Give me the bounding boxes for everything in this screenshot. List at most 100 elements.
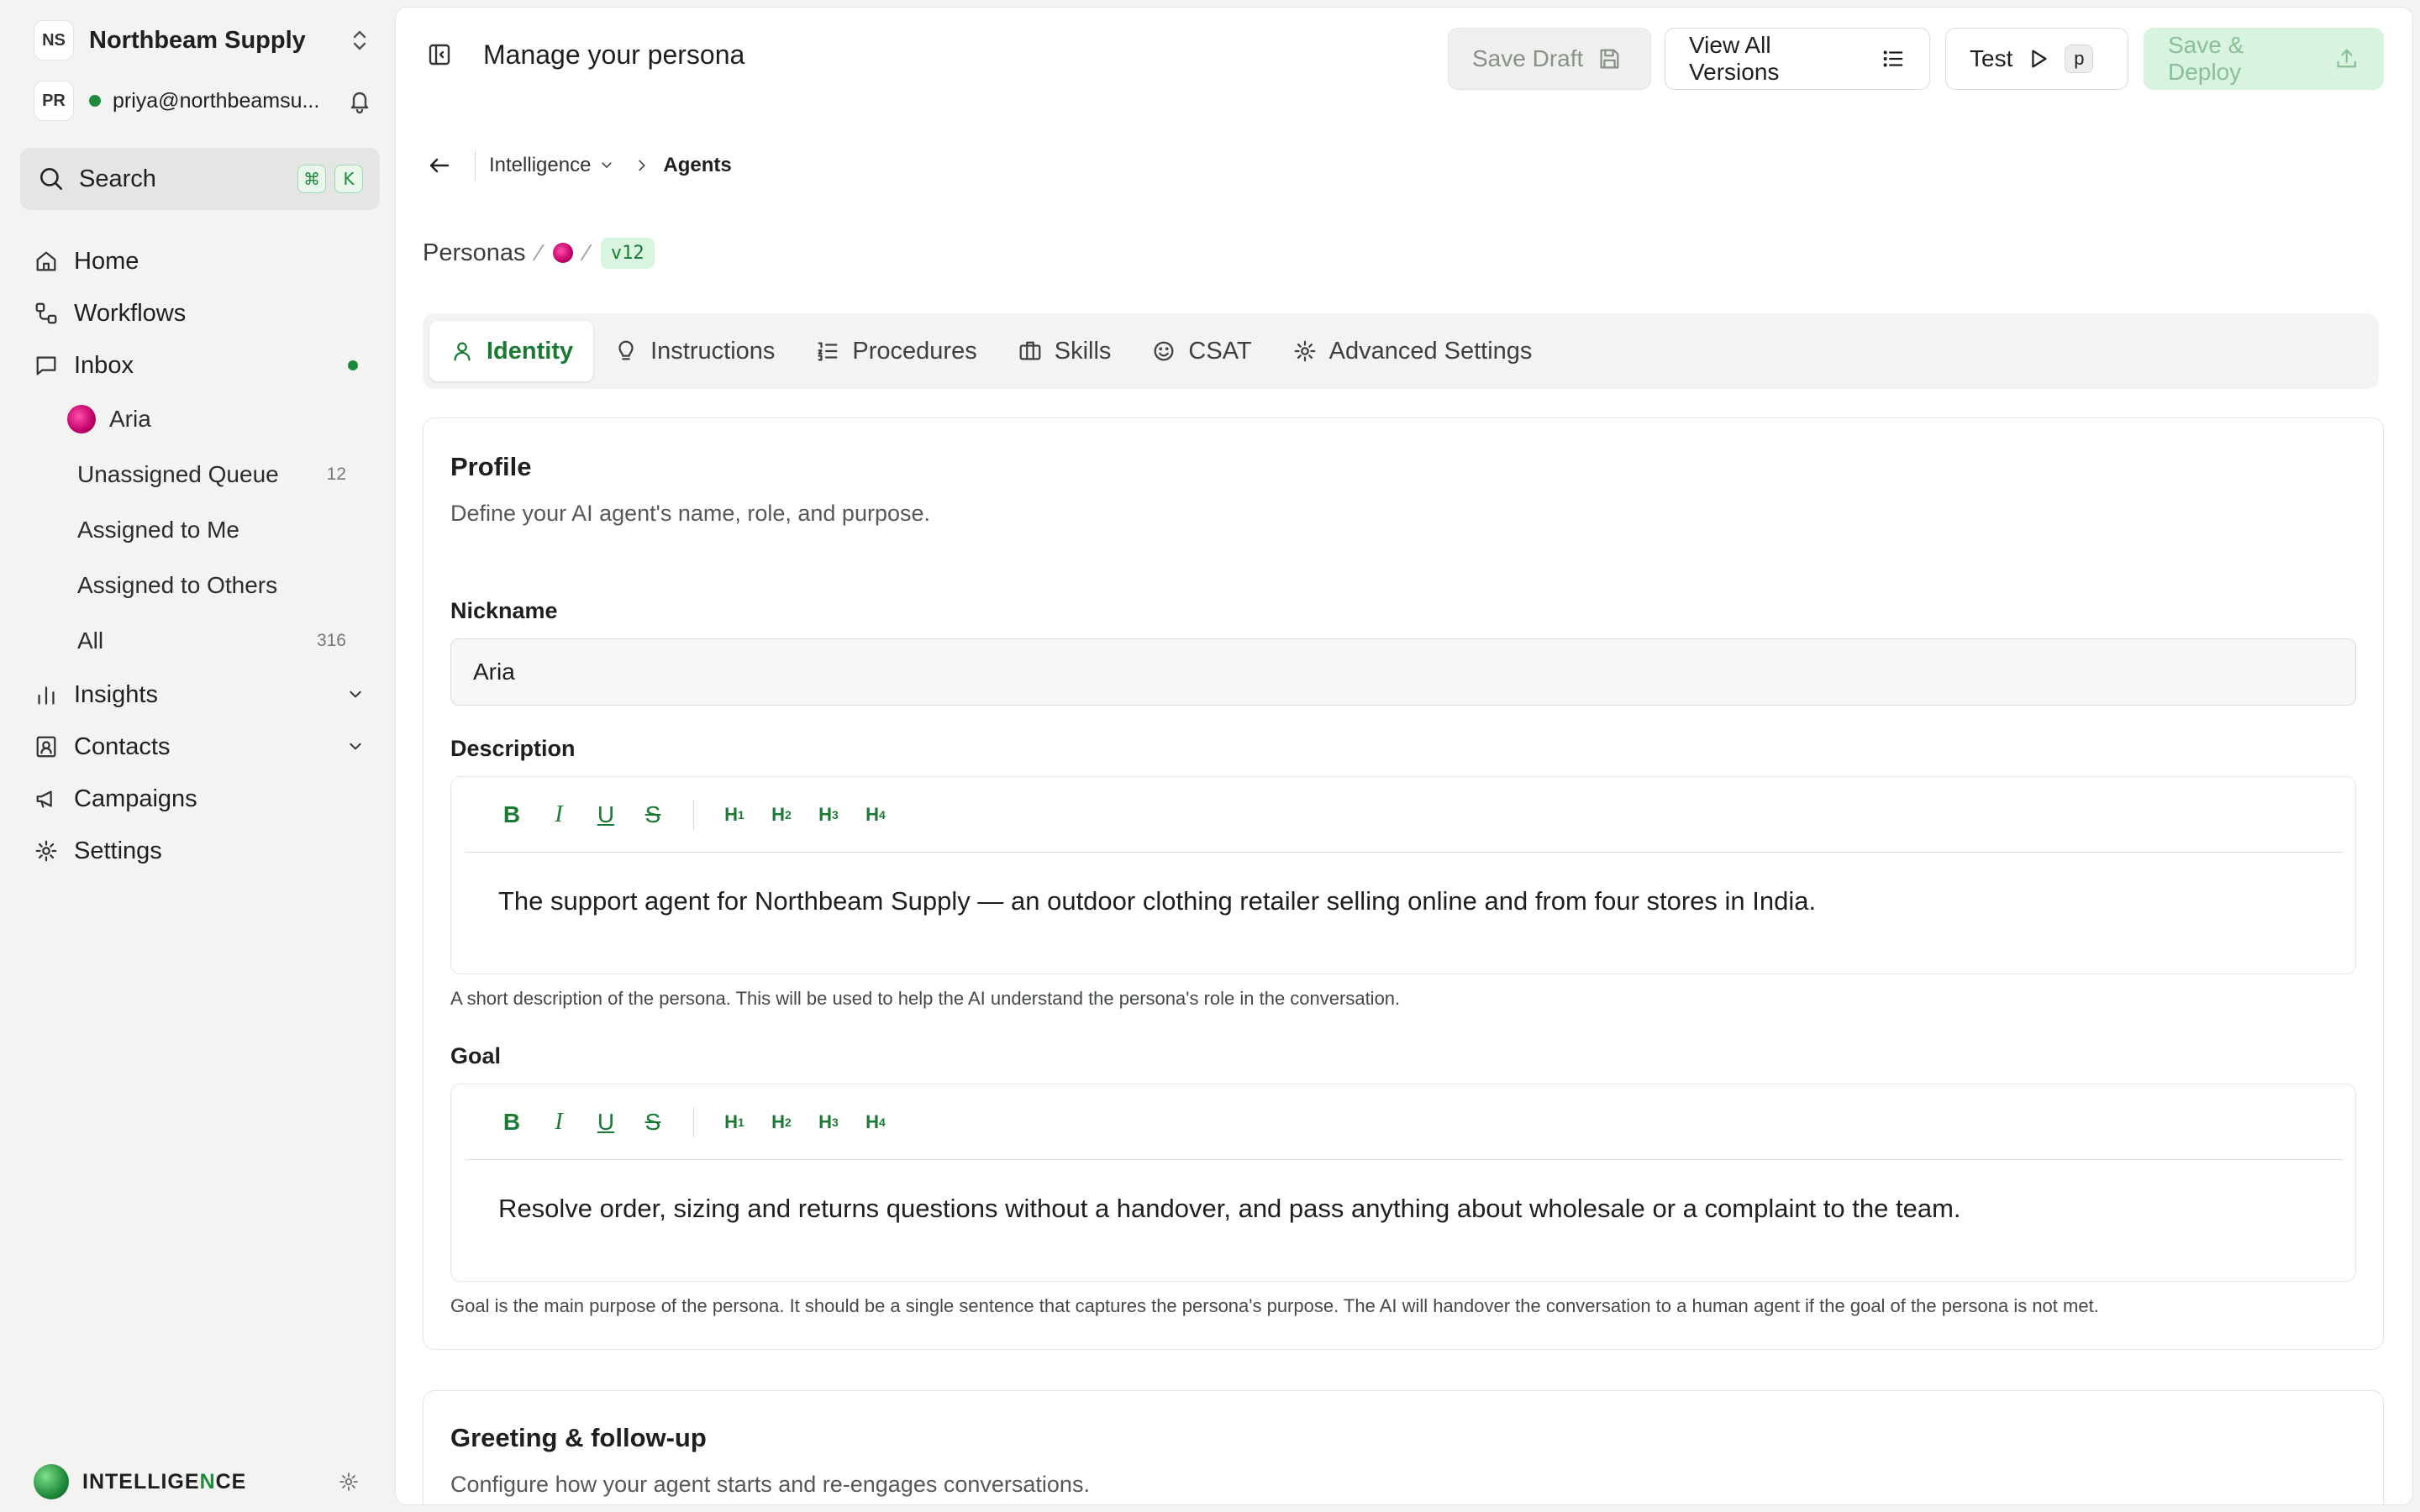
- user-row[interactable]: PR priya@northbeamsu...: [34, 81, 373, 121]
- save-draft-label: Save Draft: [1472, 45, 1584, 71]
- tab-label: Instructions: [650, 337, 776, 365]
- brand-name: INTELLIGENCE: [82, 1470, 338, 1494]
- sidebar-item-label: Home: [74, 247, 139, 275]
- goal-hint: Goal is the main purpose of the persona.…: [450, 1295, 2099, 1316]
- tab-csat[interactable]: CSAT: [1131, 321, 1271, 381]
- underline-icon[interactable]: U: [589, 1105, 623, 1139]
- sidebar-nav: Home Workflows Inbox Aria Unassigned Que…: [20, 235, 380, 877]
- sidebar-item-label: Contacts: [74, 732, 171, 760]
- chevrons-up-down-icon[interactable]: [346, 27, 373, 54]
- view-versions-label: View All Versions: [1689, 32, 1780, 85]
- sidebar-item-workflows[interactable]: Workflows: [20, 287, 380, 339]
- goal-toolbar: B I U S H1 H2 H3 H4: [465, 1084, 2344, 1160]
- path-slash: ⁄: [537, 239, 542, 265]
- inbox-item-label: All: [77, 627, 104, 654]
- breadcrumb-intelligence[interactable]: Intelligence: [489, 154, 591, 177]
- heading1-icon[interactable]: H1: [718, 1105, 751, 1139]
- italic-icon[interactable]: I: [542, 1105, 576, 1139]
- search-button[interactable]: Search ⌘ K: [20, 148, 380, 210]
- save-deploy-button[interactable]: Save & Deploy: [2144, 28, 2384, 90]
- heading4-icon[interactable]: H4: [859, 1105, 892, 1139]
- heading3-icon[interactable]: H3: [812, 1105, 845, 1139]
- tab-instructions[interactable]: Instructions: [593, 321, 795, 381]
- heading4-icon[interactable]: H4: [859, 798, 892, 832]
- strikethrough-icon[interactable]: S: [636, 798, 670, 832]
- tab-label: Skills: [1054, 337, 1112, 365]
- heading2-icon[interactable]: H2: [765, 798, 798, 832]
- tab-identity[interactable]: Identity: [429, 321, 594, 381]
- arrow-left-icon[interactable]: [426, 152, 453, 179]
- inbox-item-all[interactable]: All 316: [20, 613, 380, 669]
- gear-icon: [35, 840, 57, 862]
- sidebar-item-contacts[interactable]: Contacts: [20, 721, 380, 773]
- description-label: Description: [450, 736, 576, 761]
- persona-avatar[interactable]: [553, 243, 574, 263]
- inbox-item-label: Aria: [109, 406, 151, 432]
- inbox-item-assigned-others[interactable]: Assigned to Others: [20, 558, 380, 613]
- gear-icon[interactable]: [338, 1471, 360, 1493]
- breadcrumb-agents[interactable]: Agents: [663, 154, 731, 177]
- description-editor[interactable]: B I U S H1 H2 H3 H4 The support agent fo…: [450, 776, 2356, 974]
- view-all-versions-button[interactable]: View All Versions: [1665, 28, 1930, 90]
- bold-icon[interactable]: B: [495, 798, 529, 832]
- inbox-item-count: 316: [316, 631, 346, 650]
- tab-label: CSAT: [1188, 337, 1252, 365]
- inbox-item-assigned-me[interactable]: Assigned to Me: [20, 502, 380, 558]
- heading-letter: H: [771, 803, 786, 825]
- heading2-icon[interactable]: H2: [765, 1105, 798, 1139]
- nickname-field[interactable]: Aria: [450, 638, 2356, 706]
- inbox-item-unassigned[interactable]: Unassigned Queue 12: [20, 447, 380, 502]
- save-draft-button[interactable]: Save Draft: [1448, 28, 1651, 90]
- chevron-down-icon[interactable]: [345, 684, 366, 706]
- sidebar-item-settings[interactable]: Settings: [20, 825, 380, 877]
- heading-letter: H: [771, 1110, 786, 1132]
- org-switcher[interactable]: NS Northbeam Supply: [34, 20, 373, 60]
- goal-editor[interactable]: B I U S H1 H2 H3 H4 Resolve order, sizin…: [450, 1084, 2356, 1282]
- path-slash: ⁄: [585, 239, 589, 265]
- sidebar-item-home[interactable]: Home: [20, 235, 380, 287]
- user-badge: PR: [34, 81, 74, 121]
- profile-subtitle: Define your AI agent's name, role, and p…: [450, 501, 931, 526]
- test-label: Test: [1970, 45, 2013, 71]
- tab-procedures[interactable]: Procedures: [795, 321, 997, 381]
- smile-icon: [1154, 341, 1174, 361]
- nickname-value: Aria: [473, 659, 515, 685]
- heading-letter: H: [818, 803, 833, 825]
- sidebar-item-inbox[interactable]: Inbox: [20, 339, 380, 391]
- intelligence-logo: [34, 1464, 69, 1499]
- inbox-item-count: 12: [326, 465, 346, 484]
- megaphone-icon: [36, 790, 52, 808]
- bell-icon[interactable]: [346, 87, 373, 114]
- inbox-item-aria[interactable]: Aria: [20, 391, 380, 447]
- description-text[interactable]: The support agent for Northbeam Supply —…: [498, 886, 1816, 916]
- persona-avatar: [67, 405, 96, 433]
- sidebar-toggle-icon[interactable]: [426, 41, 453, 68]
- bold-icon[interactable]: B: [495, 1105, 529, 1139]
- tab-advanced-settings[interactable]: Advanced Settings: [1272, 321, 1553, 381]
- heading1-icon[interactable]: H1: [718, 798, 751, 832]
- main-panel: Manage your persona Save Draft View All …: [395, 7, 2413, 1505]
- chevron-down-icon[interactable]: [345, 736, 366, 758]
- save-icon: [1600, 49, 1619, 69]
- inbox-item-label: Unassigned Queue: [77, 461, 279, 487]
- italic-icon[interactable]: I: [542, 798, 576, 832]
- description-hint: A short description of the persona. This…: [450, 988, 1401, 1009]
- goal-text[interactable]: Resolve order, sizing and returns questi…: [498, 1194, 1961, 1224]
- sidebar-item-label: Campaigns: [74, 785, 197, 812]
- save-deploy-label: Save & Deploy: [2168, 32, 2244, 85]
- profile-card: Profile Define your AI agent's name, rol…: [423, 417, 2384, 1350]
- personas-link[interactable]: Personas: [423, 239, 526, 267]
- tab-skills[interactable]: Skills: [997, 321, 1132, 381]
- org-badge: NS: [34, 20, 74, 60]
- tab-label: Advanced Settings: [1328, 337, 1533, 365]
- sidebar-item-insights[interactable]: Insights: [20, 669, 380, 721]
- strikethrough-icon[interactable]: S: [636, 1105, 670, 1139]
- version-badge[interactable]: v12: [600, 237, 655, 269]
- test-button[interactable]: Test p: [1945, 28, 2128, 90]
- persona-path: Personas ⁄ ⁄ v12: [423, 234, 655, 271]
- chevron-down-icon[interactable]: [597, 156, 616, 175]
- tab-label: Procedures: [852, 337, 977, 365]
- underline-icon[interactable]: U: [589, 798, 623, 832]
- heading3-icon[interactable]: H3: [812, 798, 845, 832]
- sidebar-item-campaigns[interactable]: Campaigns: [20, 773, 380, 825]
